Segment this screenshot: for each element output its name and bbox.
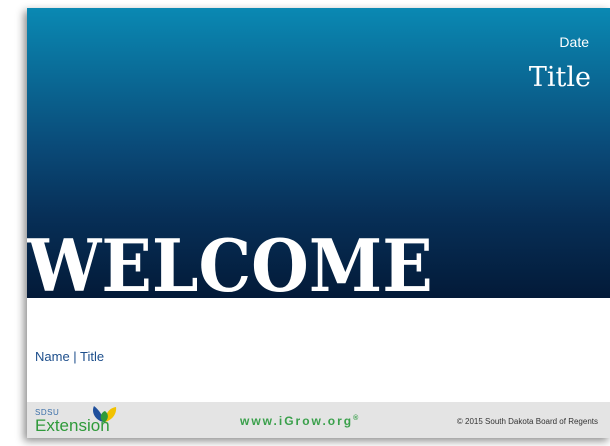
registered-mark: ® (353, 415, 359, 422)
slide-thumbnail[interactable]: Date Title WELCOME Name | Title SDSU Ext… (27, 8, 610, 438)
presenter-name-title: Name | Title (35, 349, 105, 364)
leaf-logo-icon (93, 406, 117, 423)
sdsu-extension-logo: SDSU Extension (35, 404, 135, 438)
footer-bar: SDSU Extension www.iGrow.org® © 2015 Sou… (27, 402, 610, 438)
hero-banner: Date Title WELCOME (27, 8, 610, 298)
date-label: Date (559, 34, 589, 50)
website-link[interactable]: www.iGrow.org® (240, 414, 358, 428)
slide-title: Title (528, 62, 591, 93)
website-text: www.iGrow.org (240, 414, 354, 428)
copyright-text: © 2015 South Dakota Board of Regents (456, 417, 598, 426)
welcome-heading: WELCOME (27, 223, 433, 299)
